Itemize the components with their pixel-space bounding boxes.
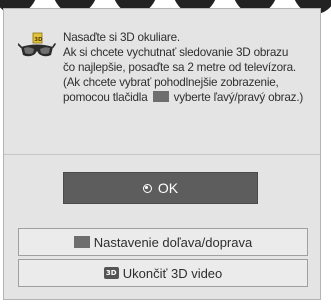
3d-badge-icon: 3D [103, 267, 119, 279]
ok-circle-icon [142, 183, 152, 193]
3d-glasses-icon: 3D [18, 32, 56, 57]
3d-glasses-dialog: 3D Nasaďte si 3D okuliare. Ak si chcete … [3, 8, 321, 300]
message-line: Ak si chcete vychutnať sledovanie 3D obr… [63, 46, 289, 59]
ok-button[interactable]: OK [63, 172, 258, 204]
message-line: čo najlepšie, posaďte sa 2 metre od tele… [63, 61, 296, 74]
message-line: (Ak chcete vybrať pohodlnejšie zobrazeni… [63, 76, 279, 89]
left-right-setting-button[interactable]: Nastavenie doľava/doprava [18, 228, 308, 256]
message-line: pomocou tlačidla vyberte ľavý/pravý obra… [63, 90, 319, 105]
message-line-end: vyberte ľavý/pravý obraz.) [173, 91, 304, 104]
grey-square-icon [73, 236, 90, 248]
grey-square-icon [152, 91, 169, 102]
message-area: 3D Nasaďte si 3D okuliare. Ak si chcete … [4, 9, 320, 155]
instruction-text: Nasaďte si 3D okuliare. Ak si chcete vyc… [63, 30, 319, 105]
svg-text:3D: 3D [34, 37, 43, 43]
left-right-label: Nastavenie doľava/doprava [93, 234, 253, 250]
ok-label: OK [157, 180, 179, 196]
message-line-start: pomocou tlačidla [63, 91, 148, 104]
exit-3d-label: Ukončiť 3D video [122, 265, 223, 281]
exit-3d-video-button[interactable]: 3D Ukončiť 3D video [18, 259, 308, 287]
message-line: Nasaďte si 3D okuliare. [63, 31, 180, 44]
